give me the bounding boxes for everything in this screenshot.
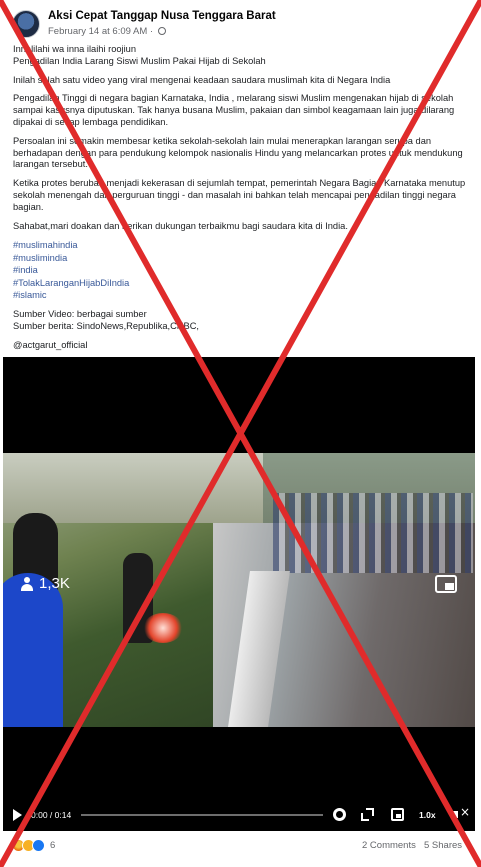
post-paragraph: Sahabat,mari doakan dan berikan dukungan… (13, 220, 348, 231)
play-icon[interactable] (13, 809, 22, 821)
video-time: 0:00 / 0:14 (31, 810, 72, 820)
comments-link[interactable]: 2 Comments (362, 840, 416, 851)
progress-bar[interactable] (81, 814, 323, 816)
video-player[interactable]: 1,3K 0:00 / 0:14 1.0x (3, 357, 475, 831)
hashtag-list: #muslimahindia #muslimindia #india #Tola… (13, 239, 468, 302)
gear-icon[interactable] (333, 808, 346, 821)
playback-speed[interactable]: 1.0x (419, 810, 436, 820)
view-count: 1,3K (39, 575, 70, 592)
post-paragraph: Innalilahi wa inna ilaihi roojiun Pengad… (13, 44, 468, 68)
hashtag-link[interactable]: #muslimahindia (13, 239, 468, 252)
hashtag-link[interactable]: #muslimindia (13, 252, 468, 265)
hashtag-link[interactable]: #india (13, 264, 468, 277)
post-paragraph: Pengadilan Tinggi di negara bagian Karna… (13, 93, 455, 127)
post-footer: 6 2 Comments 5 Shares (12, 838, 470, 856)
account-handle: @actgarut_official (13, 339, 88, 350)
hashtag-link[interactable]: #TolakLaranganHijabDiIndia (13, 277, 468, 290)
scene-person-blue (3, 573, 63, 727)
source-video: Sumber Video: berbagai sumber (13, 308, 147, 319)
post-meta: February 14 at 6:09 AM · (48, 26, 166, 37)
shares-link[interactable]: 5 Shares (424, 840, 462, 851)
mini-player-icon[interactable] (391, 808, 404, 821)
view-count-badge: 1,3K (21, 575, 70, 592)
post-paragraph: Persoalan ini semakin membesar ketika se… (13, 135, 463, 170)
post-text: Innalilahi wa inna ilaihi roojiun Pengad… (13, 44, 468, 352)
post-line: Pengadilan India Larang Siswi Muslim Pak… (13, 55, 266, 66)
source-news: Sumber berita: SindoNews,Republika,CNBC, (13, 321, 200, 332)
scene-fire (143, 613, 183, 643)
video-frame[interactable]: 1,3K (3, 453, 475, 727)
meta-separator: · (147, 26, 156, 37)
expand-icon[interactable] (361, 808, 374, 821)
person-icon (21, 576, 33, 591)
video-controls: 0:00 / 0:14 1.0x (3, 803, 475, 827)
like-reaction-icon (32, 839, 45, 852)
reaction-count: 6 (50, 840, 56, 851)
hashtag-link[interactable]: #islamic (13, 289, 468, 302)
post-header: Aksi Cepat Tanggap Nusa Tenggara Barat F… (12, 8, 472, 42)
post-timestamp[interactable]: February 14 at 6:09 AM (48, 26, 147, 37)
post-paragraph: Ketika protes berubah menjadi kekerasan … (13, 178, 466, 212)
page-avatar[interactable] (12, 10, 40, 38)
page-name[interactable]: Aksi Cepat Tanggap Nusa Tenggara Barat (48, 10, 276, 22)
post-line: Innalilahi wa inna ilaihi roojiun (13, 44, 137, 54)
post-paragraph: Inilah salah satu video yang viral menge… (13, 74, 391, 85)
post-sources: Sumber Video: berbagai sumber Sumber ber… (13, 308, 468, 333)
pip-icon[interactable] (435, 575, 457, 593)
globe-icon (157, 27, 166, 35)
reactions[interactable]: 6 (12, 839, 55, 852)
mute-icon[interactable] (453, 805, 470, 821)
scene-crowd (273, 493, 473, 573)
